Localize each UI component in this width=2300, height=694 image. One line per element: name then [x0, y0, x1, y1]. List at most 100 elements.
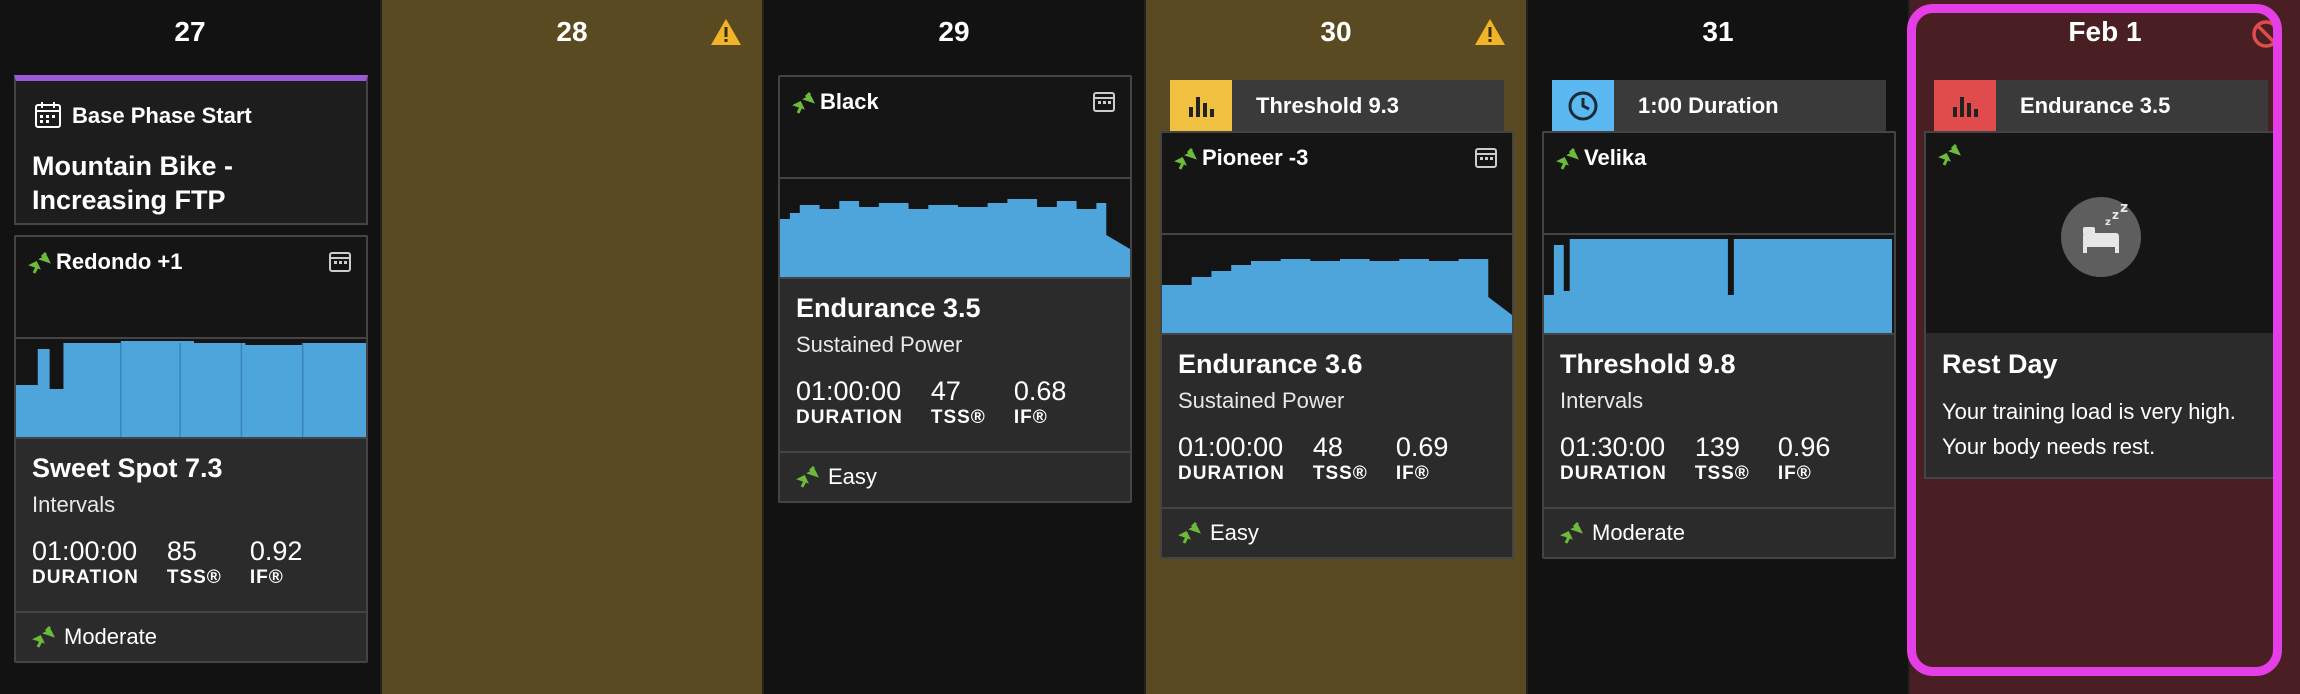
workout-card[interactable]: Pioneer -3 Endurance 3.6 Sustained Power… — [1160, 131, 1514, 559]
workout-stats: 01:00:00 DURATION 47 TSS® 0.68 IF® — [796, 376, 1114, 429]
sparkle-icon — [1560, 521, 1583, 544]
svg-text:z: z — [2105, 217, 2111, 228]
stat-label: DURATION — [796, 407, 903, 428]
day-column-30[interactable]: 30 Threshold 9.3 Pioneer -3 Endurance 3.… — [1146, 0, 1528, 694]
workout-info: Endurance 3.5 Sustained Power 01:00:00 DU… — [780, 279, 1130, 439]
rest-day-info: Rest Day Your training load is very high… — [1926, 333, 2276, 480]
warning-icon — [1475, 19, 1505, 45]
day-column-feb-1[interactable]: Feb 1 Endurance 3.5 z z z Rest Day Your … — [1910, 0, 2300, 694]
calendar-icon — [35, 102, 61, 128]
day-label: 28 — [556, 16, 588, 47]
power-profile-graphic — [1162, 259, 1512, 333]
stat-label: DURATION — [1560, 463, 1667, 484]
stat-value: 48 — [1312, 432, 1343, 462]
recommendation-chip[interactable]: Endurance 3.5 — [1934, 80, 2268, 132]
chip-label: Threshold 9.3 — [1256, 93, 1400, 118]
workout-subtitle: Intervals — [32, 492, 116, 517]
power-profile-chart — [1162, 235, 1512, 335]
day-label: Feb 1 — [2068, 16, 2142, 47]
bar-chart-icon — [1934, 80, 1996, 132]
workout-card-header: Black — [780, 77, 1130, 179]
svg-text:z: z — [2120, 200, 2128, 216]
sparkle-icon — [1178, 521, 1201, 544]
sparkle-icon — [796, 465, 819, 488]
stat-label: TSS® — [1694, 463, 1750, 484]
sparkle-icon — [1174, 147, 1197, 170]
power-profile-graphic — [16, 341, 366, 437]
day-label: 30 — [1320, 16, 1352, 47]
workout-title: Endurance 3.6 — [1178, 349, 1363, 379]
stat-tss: 139 TSS® — [1695, 432, 1750, 485]
stat-label: IF® — [1777, 463, 1812, 484]
workout-stats: 01:30:00 DURATION 139 TSS® 0.96 IF® — [1560, 432, 1878, 485]
sparkle-icon — [28, 251, 51, 274]
sparkle-icon — [1556, 147, 1579, 170]
stat-duration: 01:30:00 DURATION — [1560, 432, 1667, 485]
stat-value: 85 — [166, 536, 197, 566]
power-profile-chart — [16, 339, 366, 439]
event-card[interactable]: Base Phase Start Mountain Bike - Increas… — [14, 75, 368, 225]
calendar-icon[interactable] — [1092, 89, 1116, 113]
day-column-27[interactable]: 27 Base Phase Start Mountain Bike - Incr… — [0, 0, 382, 694]
stat-value: 47 — [930, 376, 961, 406]
svg-text:z: z — [2112, 208, 2119, 222]
blocked-icon — [2252, 20, 2280, 48]
calendar-icon[interactable] — [1474, 145, 1498, 169]
workout-subtitle: Intervals — [1560, 388, 1644, 413]
stat-value: 0.92 — [249, 536, 303, 566]
stat-value: 01:30:00 — [1560, 432, 1666, 462]
workout-card[interactable]: Black Endurance 3.5 Sustained Power 01:0… — [778, 75, 1132, 503]
rest-day-message: Your training load is very high. Your bo… — [1942, 394, 2260, 464]
sleeping-bed-icon: z z z — [2061, 197, 2141, 277]
difficulty-label: Easy — [1210, 520, 1259, 545]
clock-icon — [1552, 80, 1614, 132]
stat-label: IF® — [1395, 463, 1430, 484]
workout-info: Threshold 9.8 Intervals 01:30:00 DURATION… — [1544, 335, 1894, 495]
workout-title: Threshold 9.8 — [1560, 349, 1736, 379]
stat-value: 01:00:00 — [796, 376, 902, 406]
day-label: 27 — [174, 16, 206, 47]
workout-stats: 01:00:00 DURATION 48 TSS® 0.69 IF® — [1178, 432, 1496, 485]
rest-day-message-line2: Your body needs rest. — [1942, 434, 2156, 459]
sparkle-icon — [792, 91, 815, 114]
chip-label: 1:00 Duration — [1638, 93, 1779, 118]
workout-name: Black — [820, 89, 879, 114]
workout-name: Pioneer -3 — [1202, 145, 1309, 170]
workout-info: Endurance 3.6 Sustained Power 01:00:00 DU… — [1162, 335, 1512, 495]
workout-card-header: Pioneer -3 — [1162, 133, 1512, 235]
recommendation-chip[interactable]: Threshold 9.3 — [1170, 80, 1504, 132]
workout-card[interactable]: Velika Threshold 9.8 Intervals 01:30:00 D… — [1542, 131, 1896, 559]
stat-label: TSS® — [930, 407, 986, 428]
event-name: Mountain Bike - Increasing FTP — [32, 149, 233, 217]
stat-duration: 01:00:00 DURATION — [32, 536, 139, 589]
calendar-week: 27 Base Phase Start Mountain Bike - Incr… — [0, 0, 2300, 694]
stat-value: 01:00:00 — [1178, 432, 1284, 462]
day-column-31[interactable]: 31 1:00 Duration Velika Threshold 9.8 In… — [1528, 0, 1910, 694]
stat-label: DURATION — [1178, 463, 1285, 484]
stat-tss: 47 TSS® — [931, 376, 986, 429]
workout-name: Velika — [1584, 145, 1647, 170]
day-column-29[interactable]: 29 Black Endurance 3.5 Sustained Power 0… — [764, 0, 1146, 694]
rest-day-card[interactable]: z z z Rest Day Your training load is ver… — [1924, 131, 2278, 479]
bar-chart-icon — [1170, 80, 1232, 132]
stat-value: 0.68 — [1013, 376, 1067, 406]
calendar-icon[interactable] — [328, 249, 352, 273]
recommendation-chip[interactable]: 1:00 Duration — [1552, 80, 1886, 132]
difficulty-label: Moderate — [64, 624, 157, 649]
rest-day-message-line1: Your training load is very high. — [1942, 399, 2236, 424]
stat-label: TSS® — [166, 567, 222, 588]
stat-label: IF® — [249, 567, 284, 588]
chip-label: Endurance 3.5 — [2020, 93, 2171, 118]
sparkle-icon — [32, 625, 55, 648]
event-type-label: Base Phase Start — [72, 103, 252, 128]
stat-value: 0.69 — [1395, 432, 1449, 462]
power-profile-chart — [1544, 235, 1894, 335]
day-column-28[interactable]: 28 — [382, 0, 764, 694]
stat-value: 0.96 — [1777, 432, 1831, 462]
warning-icon — [711, 19, 741, 45]
workout-card-header: Velika — [1544, 133, 1894, 235]
workout-subtitle: Sustained Power — [796, 332, 963, 357]
workout-card[interactable]: Redondo +1 Sweet Spot 7.3 Intervals 01:0… — [14, 235, 368, 663]
power-profile-graphic — [780, 199, 1130, 277]
rest-day-title: Rest Day — [1942, 349, 2058, 379]
